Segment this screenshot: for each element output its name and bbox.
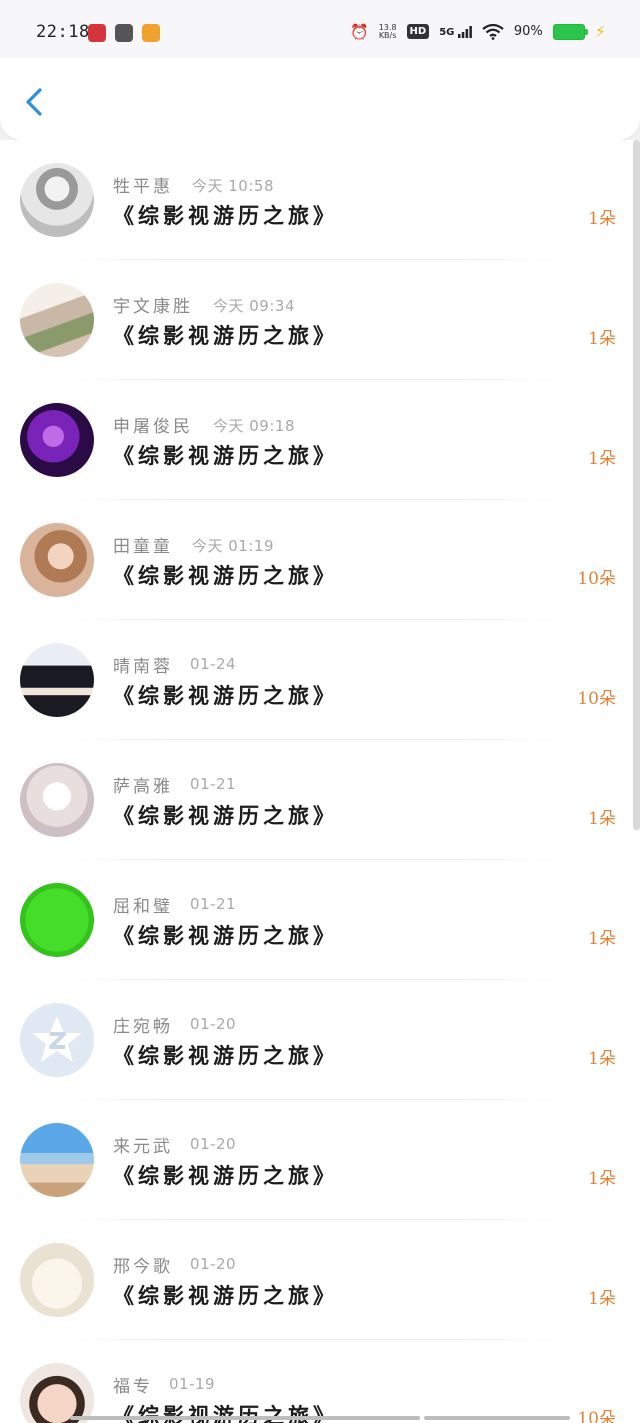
book-title[interactable]: 《综影视游历之旅》 xyxy=(113,560,338,590)
avatar[interactable] xyxy=(20,163,94,237)
status-time: 22:18 xyxy=(36,22,90,42)
list-item[interactable]: 牲平惠 今天 10:58 《综影视游历之旅》 1朵 xyxy=(0,140,640,260)
gift-time: 今天 09:34 xyxy=(213,297,295,315)
list-item[interactable]: 田童童 今天 01:19 《综影视游历之旅》 10朵 xyxy=(0,500,640,620)
signal-5g-icon: 5G xyxy=(439,25,472,38)
user-name[interactable]: 福专 xyxy=(113,1372,153,1397)
battery-icon xyxy=(552,23,588,40)
user-name[interactable]: 宇文康胜 xyxy=(113,292,193,317)
gift-count: 1朵 xyxy=(588,329,616,349)
avatar[interactable] xyxy=(20,1123,94,1197)
scrollbar[interactable] xyxy=(633,140,640,830)
user-name[interactable]: 邢今歌 xyxy=(113,1252,173,1277)
user-name[interactable]: 屈和璧 xyxy=(113,892,173,917)
gift-time: 今天 10:58 xyxy=(192,177,274,195)
user-name[interactable]: 申屠俊民 xyxy=(113,412,193,437)
gift-count: 1朵 xyxy=(588,1049,616,1069)
user-name[interactable]: 萨高雅 xyxy=(113,772,173,797)
gift-count: 1朵 xyxy=(588,1169,616,1189)
gift-count: 1朵 xyxy=(588,929,616,949)
gift-count: 10朵 xyxy=(577,689,616,709)
net-speed-unit: KB/s xyxy=(378,30,397,40)
list-item[interactable]: 屈和璧 01-21 《综影视游历之旅》 1朵 xyxy=(0,860,640,980)
gift-time: 01-20 xyxy=(190,1255,237,1273)
list-item[interactable]: 来元武 01-20 《综影视游历之旅》 1朵 xyxy=(0,1100,640,1220)
avatar[interactable] xyxy=(20,1003,94,1077)
default-avatar-icon xyxy=(32,1016,82,1062)
avatar[interactable] xyxy=(20,1363,94,1423)
gift-list: 牲平惠 今天 10:58 《综影视游历之旅》 1朵 宇文康胜 今天 09:34 … xyxy=(0,140,640,1423)
back-button[interactable] xyxy=(18,82,52,122)
gift-time: 01-21 xyxy=(190,895,237,913)
book-title[interactable]: 《综影视游历之旅》 xyxy=(113,800,338,830)
app-notification-icon xyxy=(142,24,160,42)
book-title[interactable]: 《综影视游历之旅》 xyxy=(113,440,338,470)
app-notification-icon xyxy=(115,24,133,42)
gift-time: 今天 09:18 xyxy=(213,417,295,435)
gift-time: 01-20 xyxy=(190,1015,237,1033)
list-item[interactable]: 申屠俊民 今天 09:18 《综影视游历之旅》 1朵 xyxy=(0,380,640,500)
gift-count: 1朵 xyxy=(588,449,616,469)
gift-count: 10朵 xyxy=(577,1409,616,1423)
home-indicator[interactable] xyxy=(424,1416,570,1420)
user-name[interactable]: 晴南蓉 xyxy=(113,652,173,677)
user-name[interactable]: 田童童 xyxy=(113,532,173,557)
list-item[interactable]: 邢今歌 01-20 《综影视游历之旅》 1朵 xyxy=(0,1220,640,1340)
list-item[interactable]: 萨高雅 01-21 《综影视游历之旅》 1朵 xyxy=(0,740,640,860)
gift-count: 1朵 xyxy=(588,209,616,229)
wifi-icon xyxy=(482,23,504,40)
user-name[interactable]: 牲平惠 xyxy=(113,172,173,197)
home-indicator[interactable] xyxy=(70,1416,420,1420)
avatar[interactable] xyxy=(20,523,94,597)
battery-percent: 90% xyxy=(513,24,543,39)
avatar[interactable] xyxy=(20,763,94,837)
app-notification-icon xyxy=(88,24,106,42)
avatar[interactable] xyxy=(20,283,94,357)
avatar[interactable] xyxy=(20,883,94,957)
book-title[interactable]: 《综影视游历之旅》 xyxy=(113,320,338,350)
book-title[interactable]: 《综影视游历之旅》 xyxy=(113,1280,338,1310)
gift-time: 01-24 xyxy=(190,655,237,673)
net-type: 5G xyxy=(439,26,455,38)
net-speed: 13.8 KB/s xyxy=(378,23,397,40)
book-title[interactable]: 《综影视游历之旅》 xyxy=(113,200,338,230)
gift-count: 10朵 xyxy=(577,569,616,589)
charging-icon: ⚡ xyxy=(594,22,606,41)
gift-time: 01-20 xyxy=(190,1135,237,1153)
gift-count: 1朵 xyxy=(588,1289,616,1309)
gift-time: 01-21 xyxy=(190,775,237,793)
nav-bar xyxy=(0,58,640,140)
book-title[interactable]: 《综影视游历之旅》 xyxy=(113,920,338,950)
avatar[interactable] xyxy=(20,643,94,717)
list-item[interactable]: 庄宛畅 01-20 《综影视游历之旅》 1朵 xyxy=(0,980,640,1100)
list-item[interactable]: 宇文康胜 今天 09:34 《综影视游历之旅》 1朵 xyxy=(0,260,640,380)
book-title[interactable]: 《综影视游历之旅》 xyxy=(113,1160,338,1190)
user-name[interactable]: 庄宛畅 xyxy=(113,1012,173,1037)
alarm-icon: ⏰ xyxy=(350,22,369,41)
gift-time: 今天 01:19 xyxy=(192,537,274,555)
status-indicators: ⏰ 13.8 KB/s HD 5G 90% ⚡ xyxy=(350,22,606,41)
book-title[interactable]: 《综影视游历之旅》 xyxy=(113,680,338,710)
avatar[interactable] xyxy=(20,1243,94,1317)
gift-count: 1朵 xyxy=(588,809,616,829)
hd-badge: HD xyxy=(406,24,430,39)
list-item[interactable]: 晴南蓉 01-24 《综影视游历之旅》 10朵 xyxy=(0,620,640,740)
list-item[interactable]: 福专 01-19 《综影视游历之旅》 10朵 xyxy=(0,1340,640,1423)
book-title[interactable]: 《综影视游历之旅》 xyxy=(113,1040,338,1070)
user-name[interactable]: 来元武 xyxy=(113,1132,173,1157)
gift-time: 01-19 xyxy=(169,1375,216,1393)
avatar[interactable] xyxy=(20,403,94,477)
chevron-left-icon xyxy=(26,88,42,116)
